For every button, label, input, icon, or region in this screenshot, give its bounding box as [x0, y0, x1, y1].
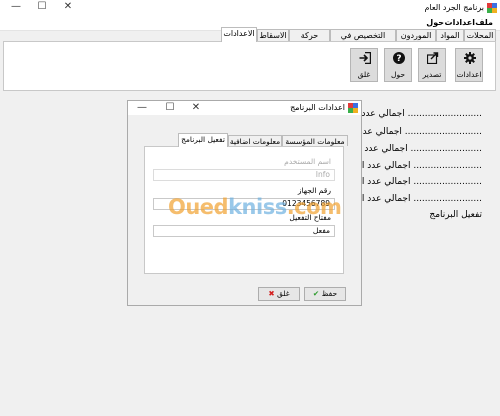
menu-settings[interactable]: اعدادات: [445, 18, 475, 27]
tab-drops[interactable]: الاسقاط: [257, 29, 289, 41]
close-dialog-button[interactable]: ✖ غلق: [258, 287, 300, 301]
settings-button[interactable]: اعدادات: [455, 48, 483, 82]
watermark-text-1: Oued: [168, 195, 229, 219]
gear-icon: [464, 52, 476, 64]
window-title: برنامج الجرد العام: [424, 3, 484, 12]
username-field: Info: [153, 169, 335, 181]
tab-suppliers[interactable]: الموردون: [396, 29, 436, 41]
settings-button-label: اعدادات: [456, 70, 482, 79]
svg-text:?: ?: [396, 54, 401, 64]
activation-key-field[interactable]: مفعل: [153, 225, 335, 237]
dialog-tab-company-info[interactable]: معلومات المؤسسة: [282, 135, 348, 146]
close-dialog-button-label: غلق: [277, 289, 290, 298]
close-app-button[interactable]: غلق: [350, 48, 378, 82]
tab-materials[interactable]: المواد: [436, 29, 464, 41]
exit-icon: [359, 52, 371, 64]
menu-about[interactable]: حول: [426, 18, 444, 27]
watermark-text-3: .com: [286, 195, 342, 219]
maximize-button[interactable]: ☐: [30, 0, 54, 14]
tab-movements[interactable]: حركة المواد: [289, 29, 330, 52]
summary-activation[interactable]: تفعيل البرنامج: [429, 210, 482, 220]
checkmark-icon: ✔: [312, 289, 320, 298]
dialog-close-button[interactable]: ✕: [186, 101, 206, 115]
dialog-maximize-button[interactable]: ☐: [160, 101, 180, 115]
dialog-tab-extra-info[interactable]: معلومات اضافية: [228, 135, 282, 146]
close-icon: ✖: [268, 289, 275, 298]
export-button-label: تصدير: [422, 70, 442, 79]
save-button[interactable]: ✔ حفظ: [304, 287, 346, 301]
export-button[interactable]: تصدير: [418, 48, 446, 82]
dialog-title: اعدادات البرنامج: [290, 103, 345, 112]
about-button-label: حول: [391, 70, 405, 79]
close-app-button-label: غلق: [357, 70, 371, 79]
close-button[interactable]: ✕: [56, 0, 80, 14]
about-button[interactable]: ? حول: [384, 48, 412, 82]
save-button-label: حفظ: [321, 289, 338, 298]
username-label: اسم المستخدم: [284, 157, 331, 166]
dialog-minimize-button[interactable]: —: [132, 101, 152, 115]
app-icon: [348, 103, 358, 113]
app-icon: [487, 3, 497, 13]
minimize-button[interactable]: —: [4, 0, 28, 14]
tab-allocation[interactable]: التخصيص في المحلات: [330, 29, 396, 52]
export-icon: [427, 52, 439, 64]
watermark-logo: Ouedkniss.com: [168, 195, 342, 219]
device-number-label: رقم الجهاز: [297, 186, 331, 195]
main-titlebar: — ☐ ✕ برنامج الجرد العام: [0, 0, 500, 16]
tab-settings[interactable]: الاعدادات: [221, 27, 257, 42]
dialog-tab-activation[interactable]: تفعيل البرنامج: [178, 133, 228, 147]
help-icon: ?: [393, 52, 405, 64]
menu-file[interactable]: ملف: [475, 18, 493, 27]
tab-shops[interactable]: المحلات: [464, 29, 496, 41]
dialog-titlebar: — ☐ ✕ اعدادات البرنامج: [128, 101, 361, 115]
watermark-text-2: kniss: [228, 195, 287, 219]
